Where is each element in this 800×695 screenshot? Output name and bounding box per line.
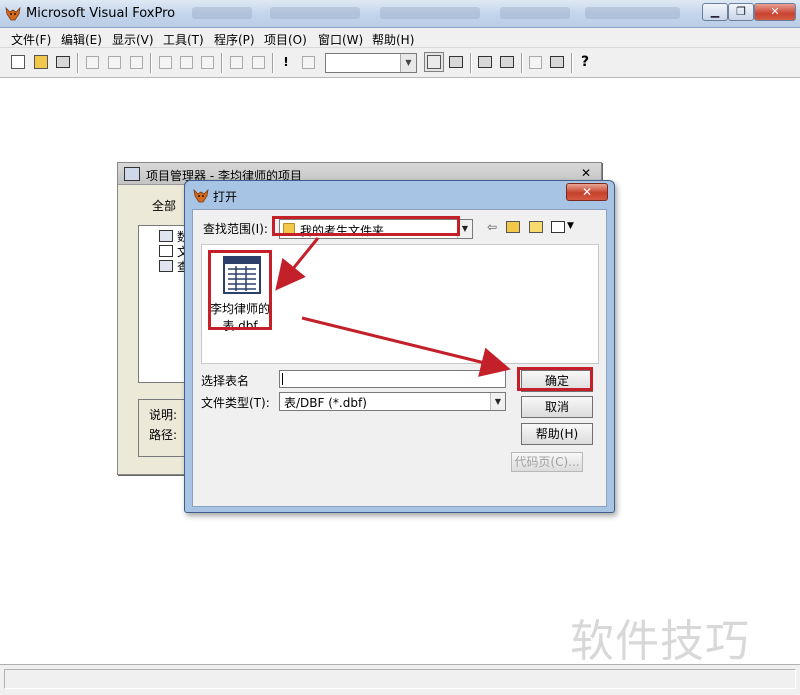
print-icon[interactable] xyxy=(82,52,102,72)
autoform-icon[interactable] xyxy=(525,52,545,72)
dialog-close-button[interactable]: ✕ xyxy=(566,183,608,201)
report-wizard-icon[interactable] xyxy=(497,52,517,72)
toolbar-separator xyxy=(521,53,523,73)
menu-bar: 文件(F) 编辑(E) 显示(V) 工具(T) 程序(P) 项目(O) 窗口(W… xyxy=(0,28,800,48)
folder-icon xyxy=(283,223,295,234)
toolbar-separator xyxy=(77,53,79,73)
print-preview-icon[interactable] xyxy=(104,52,124,72)
save-icon[interactable] xyxy=(53,52,73,72)
look-in-label: 查找范围(I): xyxy=(203,222,268,236)
watermark-text: 软件技巧 xyxy=(570,616,750,667)
title-bar: Microsoft Visual FoxPro ▁ ❐ ✕ xyxy=(0,0,800,28)
close-button[interactable]: ✕ xyxy=(754,3,796,21)
foxpro-fox-icon xyxy=(193,188,209,203)
codepage-button[interactable]: 代码页(C)... xyxy=(511,452,583,472)
redo-icon[interactable] xyxy=(248,52,268,72)
back-arrow-icon[interactable]: ⇦ xyxy=(487,220,497,234)
menu-program[interactable]: 程序(P) xyxy=(214,31,255,48)
open-folder-icon[interactable] xyxy=(31,52,51,72)
blurred-taskbar-area xyxy=(192,7,252,19)
minimize-button[interactable]: ▁ xyxy=(702,3,728,21)
file-name: 李均律师的 表.dbf xyxy=(210,301,270,335)
menu-edit[interactable]: 编辑(E) xyxy=(61,31,102,48)
open-dialog-body: 查找范围(I): 我的考生文件夹 ▼ ⇦ ▼ 李均律师的 表.dbf 选择表名 … xyxy=(192,209,607,507)
menu-project[interactable]: 项目(O) xyxy=(264,31,307,48)
status-bar xyxy=(0,664,800,695)
file-name-line1: 李均律师的 xyxy=(210,302,271,316)
table-node-icon xyxy=(159,245,173,257)
toolbar-separator xyxy=(150,53,152,73)
properties-window-icon[interactable] xyxy=(446,52,466,72)
menu-view[interactable]: 显示(V) xyxy=(112,31,154,48)
toolbar-separator xyxy=(571,53,573,73)
chevron-down-icon[interactable]: ▼ xyxy=(400,54,416,72)
menu-tools[interactable]: 工具(T) xyxy=(163,31,204,48)
up-folder-icon[interactable] xyxy=(506,221,520,233)
select-table-label: 选择表名 xyxy=(201,374,250,388)
menu-file[interactable]: 文件(F) xyxy=(11,31,51,48)
cut-icon[interactable] xyxy=(155,52,175,72)
toolbar-separator xyxy=(272,53,274,73)
file-type-label: 文件类型(T): xyxy=(201,396,270,410)
open-dialog-title-bar: 打开 ✕ xyxy=(185,181,614,209)
blurred-taskbar-area xyxy=(270,7,360,19)
cancel-button[interactable]: 取消 xyxy=(521,396,593,418)
window-title: Microsoft Visual FoxPro xyxy=(26,6,176,21)
new-file-icon[interactable] xyxy=(8,52,28,72)
database-window-icon[interactable] xyxy=(424,52,444,72)
project-close-icon[interactable]: ✕ xyxy=(579,166,593,180)
tab-all[interactable]: 全部 xyxy=(152,197,176,214)
restore-button[interactable]: ❐ xyxy=(728,3,754,21)
blurred-taskbar-area xyxy=(585,7,680,19)
open-dialog-title: 打开 xyxy=(213,190,238,204)
menu-help[interactable]: 帮助(H) xyxy=(372,31,414,48)
status-cell xyxy=(4,669,796,689)
path-label: 路径: xyxy=(149,428,178,442)
look-in-value: 我的考生文件夹 xyxy=(300,224,385,238)
help-icon[interactable]: ? xyxy=(575,52,595,72)
paste-icon[interactable] xyxy=(197,52,217,72)
data-node-icon xyxy=(159,230,173,242)
copy-icon[interactable] xyxy=(176,52,196,72)
new-folder-icon[interactable] xyxy=(529,221,543,233)
foxpro-fox-icon xyxy=(5,6,21,21)
blurred-taskbar-area xyxy=(500,7,570,19)
undo-icon[interactable] xyxy=(226,52,246,72)
look-in-combo[interactable]: 我的考生文件夹 ▼ xyxy=(279,219,473,239)
table-name-input[interactable] xyxy=(279,370,506,388)
modify-form-icon[interactable] xyxy=(298,52,318,72)
blurred-taskbar-area xyxy=(380,7,480,19)
toolbar-separator xyxy=(470,53,472,73)
ok-button[interactable]: 确定 xyxy=(521,370,593,392)
help-button[interactable]: 帮助(H) xyxy=(521,423,593,445)
spelling-icon[interactable] xyxy=(126,52,146,72)
toolbar-separator xyxy=(221,53,223,73)
open-dialog: 打开 ✕ 查找范围(I): 我的考生文件夹 ▼ ⇦ ▼ 李均律师的 表.dbf … xyxy=(184,180,615,513)
file-type-combo[interactable]: 表/DBF (*.dbf) ▼ xyxy=(279,392,506,411)
file-list[interactable]: 李均律师的 表.dbf xyxy=(201,244,599,364)
file-name-line2: 表.dbf xyxy=(222,319,258,333)
menu-window[interactable]: 窗口(W) xyxy=(318,31,363,48)
run-icon[interactable]: ! xyxy=(276,52,296,72)
dbf-table-icon xyxy=(223,256,261,294)
description-label: 说明: xyxy=(149,408,178,422)
vfp-app: Microsoft Visual FoxPro ▁ ❐ ✕ 文件(F) 编辑(E… xyxy=(0,0,800,695)
chevron-down-icon[interactable]: ▼ xyxy=(457,220,472,238)
toolbar-style-combo[interactable]: ▼ xyxy=(325,53,417,73)
chevron-down-icon[interactable]: ▼ xyxy=(490,393,505,410)
file-type-value: 表/DBF (*.dbf) xyxy=(284,396,367,410)
text-cursor xyxy=(282,373,283,385)
query-node-icon xyxy=(159,260,173,272)
autoreport-icon[interactable] xyxy=(547,52,567,72)
project-icon xyxy=(124,167,140,181)
form-wizard-icon[interactable] xyxy=(475,52,495,72)
view-menu-icon[interactable] xyxy=(551,221,565,233)
chevron-down-icon[interactable]: ▼ xyxy=(567,221,574,231)
